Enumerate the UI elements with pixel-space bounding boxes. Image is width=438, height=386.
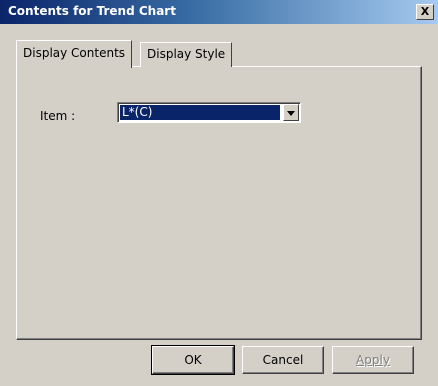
apply-button-label: Apply (356, 353, 390, 367)
ok-button[interactable]: OK (151, 345, 235, 375)
cancel-button[interactable]: Cancel (242, 346, 324, 374)
apply-button[interactable]: Apply (332, 346, 414, 374)
tab-label: Display Style (147, 47, 226, 61)
close-button[interactable]: X (416, 4, 434, 20)
item-select[interactable]: L*(C) (117, 102, 301, 123)
tab-label: Display Contents (23, 46, 126, 60)
window-title: Contents for Trend Chart (8, 4, 176, 18)
tab-display-contents[interactable]: Display Contents (16, 40, 133, 68)
tab-display-style[interactable]: Display Style (140, 42, 233, 67)
chevron-down-icon (287, 111, 295, 116)
close-icon: X (420, 5, 430, 18)
title-bar: Contents for Trend Chart X (0, 0, 438, 24)
item-label: Item : (40, 109, 76, 123)
dropdown-button[interactable] (283, 104, 299, 121)
display-contents-panel: Item : L*(C) (16, 66, 422, 340)
item-select-value: L*(C) (120, 105, 280, 120)
